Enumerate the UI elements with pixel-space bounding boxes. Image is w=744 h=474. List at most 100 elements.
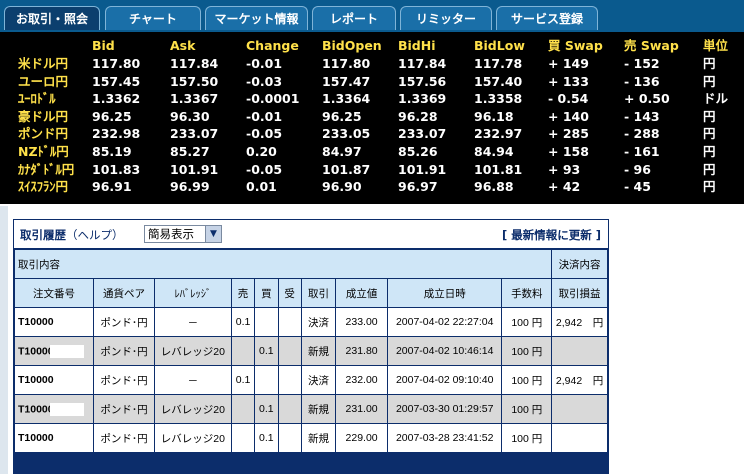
pl-cell: [552, 424, 607, 452]
tab-service-registration[interactable]: サービス登録: [496, 6, 598, 30]
pair-cell: ポンド･円: [94, 308, 154, 336]
rate-row-name[interactable]: 米ドル円: [18, 55, 68, 72]
rate-bid-open-value: 233.05: [322, 126, 371, 142]
pair-cell-text: ポンド･円: [100, 374, 148, 387]
column-header-row: 注文番号 通貨ペア ﾚﾊﾞﾚｯｼﾞ売買受取引 成立値 成立日時 手数料 取引損益: [15, 279, 607, 307]
rate-row-name[interactable]: ｶﾅﾀﾞﾄﾞﾙ円: [18, 161, 74, 178]
rate-row-name[interactable]: 豪ドル円: [18, 108, 68, 125]
rate-buy-swap-value: + 149: [548, 56, 589, 71]
rate-ask-value: 96.99: [170, 179, 210, 195]
fee-cell: 100 円: [502, 366, 552, 394]
rate-bid-hi-value: 1.3369: [398, 91, 447, 107]
view-mode-value: 簡易表示: [148, 227, 194, 241]
rate-ask-value: 233.07: [170, 126, 219, 142]
column-header-datetime: 成立日時: [387, 279, 502, 307]
order-number-link-text[interactable]: T10000: [18, 374, 54, 386]
fee-cell-text: 100 円: [511, 345, 543, 358]
rate-bid-open-value: 96.25: [322, 108, 362, 124]
rate-ask-value: 96.30: [170, 108, 210, 124]
recv-cell: [278, 395, 301, 423]
order-number-link-text[interactable]: T10000: [18, 316, 54, 328]
rate-header-bid-low: BidLow: [474, 38, 525, 53]
datetime-cell-text: 2007-03-30 01:29:57: [395, 403, 494, 415]
leverage-cell: レバレッジ20: [154, 395, 231, 423]
pl-cell-text: 2,942 円: [555, 316, 604, 329]
tab-limiter[interactable]: リミッター: [400, 6, 492, 30]
pair-cell-text: ポンド･円: [100, 432, 148, 445]
rate-row-name[interactable]: ｽｲｽﾌﾗﾝ円: [18, 178, 68, 195]
tab-report[interactable]: レポート: [312, 6, 396, 30]
redaction-mask: [49, 344, 84, 358]
rate-bid-low-value: 157.40: [474, 73, 523, 89]
rate-bid-low-value: 96.88: [474, 179, 514, 195]
rate-bid-value: 157.45: [92, 73, 141, 89]
price-cell: 229.00: [336, 424, 387, 452]
trade-type-cell-text: 新規: [308, 345, 330, 358]
rate-bid-hi-value: 96.97: [398, 179, 438, 195]
column-header-price: 成立値: [336, 279, 387, 307]
rate-bid-low-value: 117.78: [474, 56, 523, 71]
rate-bid-open-value: 1.3364: [322, 91, 371, 107]
rate-bid-open-value: 84.97: [322, 144, 362, 159]
section-settlement-content: 決済内容: [552, 250, 607, 278]
rate-row-name[interactable]: NZﾄﾞﾙ円: [18, 143, 69, 160]
rate-bid-open-value: 96.90: [322, 179, 362, 195]
rate-bid-hi-value: 101.91: [398, 161, 447, 177]
sell-cell: 0.1: [231, 366, 255, 394]
rate-bid-low-value: 101.81: [474, 161, 523, 177]
tab-trading[interactable]: お取引・照会: [4, 6, 100, 30]
trade-history-header: 取引履歴（ヘルプ） 簡易表示 ▼ [ 最新情報に更新 ]: [14, 220, 608, 248]
fee-cell-text: 100 円: [511, 432, 543, 445]
rate-change-value: -0.05: [246, 126, 283, 142]
left-frame-strip: [0, 206, 8, 474]
help-link[interactable]: （ヘルプ）: [66, 228, 124, 242]
fee-cell: 100 円: [502, 308, 552, 336]
tab-market-info[interactable]: マーケット情報: [205, 6, 308, 30]
rate-header-ask: Ask: [170, 38, 196, 53]
rate-header-sell-swap: 売 Swap: [624, 38, 679, 53]
order-number-link[interactable]: T10000: [15, 337, 94, 365]
trade-type-cell: 新規: [301, 424, 336, 452]
sell-cell: [231, 395, 255, 423]
rate-header-bid-hi: BidHi: [398, 38, 436, 53]
rate-row-name[interactable]: ﾕｰﾛﾄﾞﾙ: [18, 90, 56, 107]
refresh-link[interactable]: [ 最新情報に更新 ]: [502, 227, 601, 243]
order-number-link-text[interactable]: T10000: [18, 403, 54, 415]
column-header-trade: 取引: [301, 279, 336, 307]
rate-change-value: -0.05: [246, 161, 283, 177]
buy-cell: [255, 308, 278, 336]
rate-buy-swap-value: + 140: [548, 108, 589, 124]
rate-sell-swap-value: - 143: [624, 108, 660, 124]
section-trade-content: 取引内容: [15, 250, 552, 278]
rate-unit-value: 円: [703, 73, 716, 89]
price-cell-text: 232.00: [345, 374, 378, 386]
rate-bid-open-value: 157.47: [322, 73, 371, 89]
order-number-link-text[interactable]: T10000: [18, 432, 54, 444]
tab-chart[interactable]: チャート: [105, 6, 201, 30]
rate-unit-value: 円: [703, 108, 716, 124]
trade-history-panel: 取引履歴（ヘルプ） 簡易表示 ▼ [ 最新情報に更新 ] 取引内容 決済内容 注文…: [13, 219, 609, 474]
recv-cell: [278, 308, 301, 336]
order-number-link[interactable]: T10000: [15, 366, 94, 394]
rate-unit-value: ドル: [703, 91, 729, 107]
trade-type-cell: 決済: [301, 366, 336, 394]
column-header-order-no: 注文番号: [15, 279, 94, 307]
rate-sell-swap-value: - 96: [624, 161, 651, 177]
rate-row-name[interactable]: ユーロ円: [18, 73, 68, 90]
order-number-link-text[interactable]: T10000: [18, 345, 54, 357]
pl-cell-text: 2,942 円: [555, 374, 604, 387]
pl-cell: [552, 395, 607, 423]
trade-type-cell: 新規: [301, 337, 336, 365]
datetime-cell: 2007-03-28 23:41:52: [387, 424, 502, 452]
price-cell: 232.00: [336, 366, 387, 394]
buy-cell: 0.1: [255, 337, 278, 365]
rate-sell-swap-value: - 136: [624, 73, 660, 89]
price-cell: 231.80: [336, 337, 387, 365]
view-mode-select[interactable]: 簡易表示 ▼: [144, 225, 222, 243]
rate-sell-swap-value: - 152: [624, 56, 660, 71]
order-number-link[interactable]: T10000: [15, 395, 94, 423]
order-number-link[interactable]: T10000: [15, 424, 94, 452]
order-number-link[interactable]: T10000: [15, 308, 94, 336]
leverage-cell-text: レバレッジ20: [160, 432, 225, 445]
rate-row-name[interactable]: ポンド円: [18, 125, 68, 142]
